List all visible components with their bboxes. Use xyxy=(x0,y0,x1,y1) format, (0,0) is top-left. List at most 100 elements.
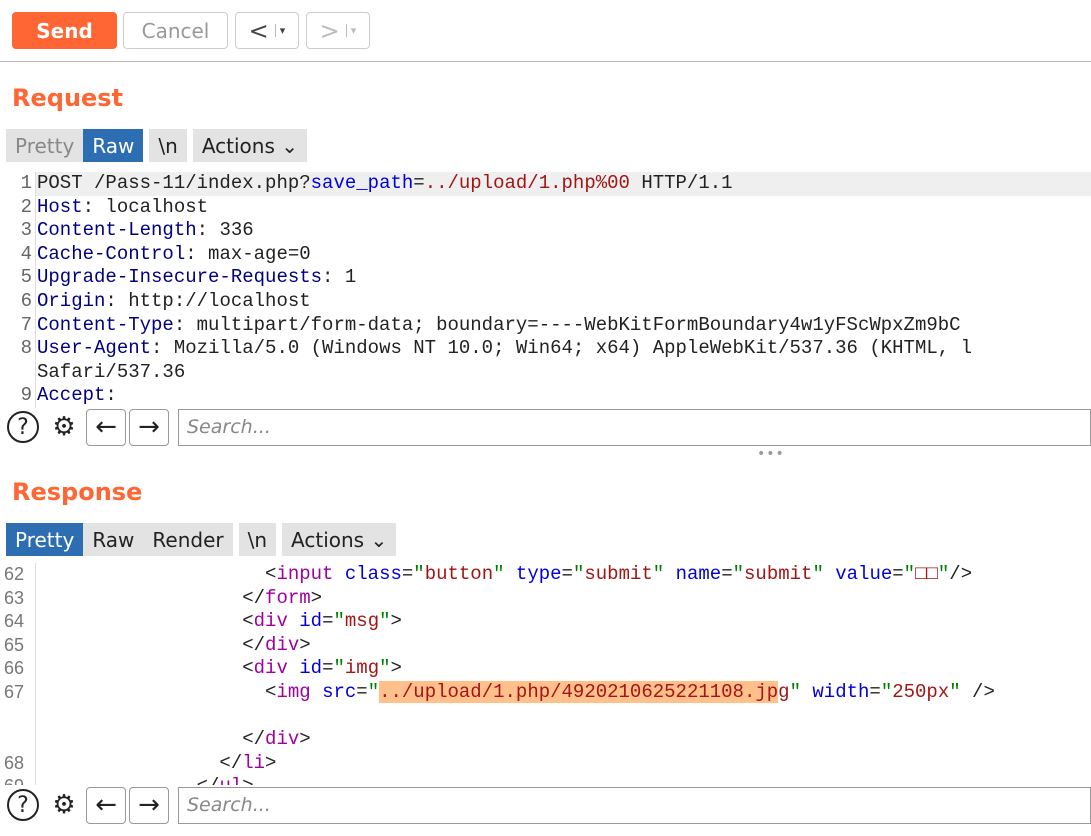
send-button[interactable]: Send xyxy=(12,12,117,49)
line-number: 62 xyxy=(0,563,36,587)
code-line: 64 <div id="msg"> xyxy=(0,610,1091,634)
token: " xyxy=(937,563,950,585)
response-search-input[interactable]: Search... xyxy=(178,786,1091,824)
token: > xyxy=(310,586,323,609)
token: " xyxy=(379,657,391,680)
token: = xyxy=(413,172,425,194)
tab-actions[interactable]: Actions ⌄ xyxy=(282,523,397,556)
line-code: <div id="img"> xyxy=(36,657,1091,681)
token: > xyxy=(390,657,402,680)
token: " xyxy=(367,680,380,703)
line-code: Upgrade-Insecure-Requests: 1 xyxy=(36,266,1091,290)
code-line: 7 Content-Type: multipart/form-data; boun… xyxy=(0,313,1091,338)
code-line: 65 </div> xyxy=(0,633,1091,658)
previous-match-button[interactable]: ← xyxy=(86,408,126,446)
tab-n[interactable]: \n xyxy=(238,523,277,556)
request-search-bar: ? ⚙ ← → Search... xyxy=(0,408,1091,446)
line-code: User-Agent: Mozilla/5.0 (Windows NT 10.0… xyxy=(36,337,1091,361)
token: img xyxy=(276,680,311,703)
line-code: Content-Type: multipart/form-data; bound… xyxy=(36,314,1091,338)
token: /> xyxy=(960,680,995,703)
token: msg xyxy=(344,610,380,633)
chevron-left-icon: < xyxy=(248,16,269,45)
token: " xyxy=(732,563,745,585)
response-editor[interactable]: 62 <input class="button" type="submit" n… xyxy=(0,563,1091,785)
code-line: 6 Origin: http://localhost xyxy=(0,289,1091,314)
help-icon[interactable]: ? xyxy=(4,408,42,446)
token: Cache-Control xyxy=(37,242,186,265)
line-code: </div> xyxy=(36,634,1091,658)
line-number: 1 xyxy=(0,172,36,196)
token: = xyxy=(721,563,733,585)
token: div xyxy=(265,728,300,751)
token: " xyxy=(413,563,425,585)
tab-pretty[interactable]: Pretty xyxy=(6,523,84,556)
line-number: 3 xyxy=(0,219,36,243)
token: value xyxy=(823,563,893,585)
token: < xyxy=(37,610,254,633)
token: : max-age=0 xyxy=(185,242,311,265)
line-code: Cache-Control: max-age=0 xyxy=(36,243,1091,267)
tab-raw[interactable]: Raw xyxy=(83,129,144,162)
request-search-input[interactable]: Search... xyxy=(178,408,1091,446)
cancel-button[interactable]: Cancel xyxy=(123,12,228,49)
resize-handle[interactable]: ••• xyxy=(757,446,785,462)
tab-pretty[interactable]: Pretty xyxy=(6,129,84,162)
next-match-button[interactable]: → xyxy=(129,408,169,446)
token: </ xyxy=(37,586,266,609)
line-number: 67 xyxy=(0,680,36,705)
token: Content-Length xyxy=(37,219,197,242)
toolbar: Send Cancel < ▾ > ▾ xyxy=(0,0,1091,62)
tab-actions[interactable]: Actions ⌄ xyxy=(192,129,307,162)
next-match-button[interactable]: → xyxy=(129,786,169,824)
token: > xyxy=(299,728,311,751)
token: Upgrade-Insecure-Requests xyxy=(37,266,323,289)
token: : localhost xyxy=(82,195,209,218)
token: ul xyxy=(219,775,242,785)
forward-button[interactable]: > ▾ xyxy=(306,12,370,49)
token: : Mozilla/5.0 (Windows NT 10.0; Win64; x… xyxy=(151,337,972,360)
token: </ xyxy=(37,633,266,656)
code-line: 3 Content-Length: 336 xyxy=(0,219,1091,243)
dropdown-icon[interactable]: ▾ xyxy=(274,24,285,37)
tab-n[interactable]: \n xyxy=(149,129,187,162)
dropdown-icon[interactable]: ▾ xyxy=(345,24,356,37)
gear-icon[interactable]: ⚙ xyxy=(45,408,83,446)
token: > xyxy=(390,610,402,633)
token: type xyxy=(504,563,562,585)
line-code: Host: localhost xyxy=(36,196,1091,220)
help-icon[interactable]: ? xyxy=(4,786,42,824)
tab-raw[interactable]: Raw xyxy=(83,523,144,556)
line-number: 5 xyxy=(0,266,36,290)
line-code: </div> xyxy=(36,728,1091,752)
token: button xyxy=(424,563,494,585)
token: " xyxy=(949,680,961,703)
request-editor[interactable]: 1 POST /Pass-11/index.php?save_path=../up… xyxy=(0,172,1091,408)
line-code: <div id="msg"> xyxy=(36,610,1091,634)
token: : multipart/form-data; boundary=----WebK… xyxy=(173,313,961,336)
code-line: 69 </ul> xyxy=(0,775,1091,785)
line-code: Content-Length: 336 xyxy=(36,219,1091,243)
previous-match-button[interactable]: ← xyxy=(86,786,126,824)
code-line: 9 Accept: xyxy=(0,384,1091,408)
code-line xyxy=(0,704,1091,729)
token: submit xyxy=(744,563,813,585)
line-code: Safari/537.36 xyxy=(36,361,1091,385)
token: User-Agent xyxy=(37,337,152,360)
token: > xyxy=(242,775,253,785)
token: submit xyxy=(584,563,653,585)
token: </ xyxy=(37,728,266,751)
token: : 336 xyxy=(196,219,254,242)
back-button[interactable]: < ▾ xyxy=(235,12,299,49)
chevron-right-icon: > xyxy=(319,16,340,45)
token: POST /Pass-11/index.php? xyxy=(37,172,311,194)
line-code: POST /Pass-11/index.php?save_path=../upl… xyxy=(36,172,1091,196)
token: li xyxy=(242,751,266,774)
line-number: 4 xyxy=(0,242,36,267)
tab-render[interactable]: Render xyxy=(143,523,233,556)
token: img xyxy=(344,657,380,680)
gear-icon[interactable]: ⚙ xyxy=(45,786,83,824)
line-number: 2 xyxy=(0,195,36,220)
token: " xyxy=(880,680,893,703)
token: : 1 xyxy=(322,266,357,289)
